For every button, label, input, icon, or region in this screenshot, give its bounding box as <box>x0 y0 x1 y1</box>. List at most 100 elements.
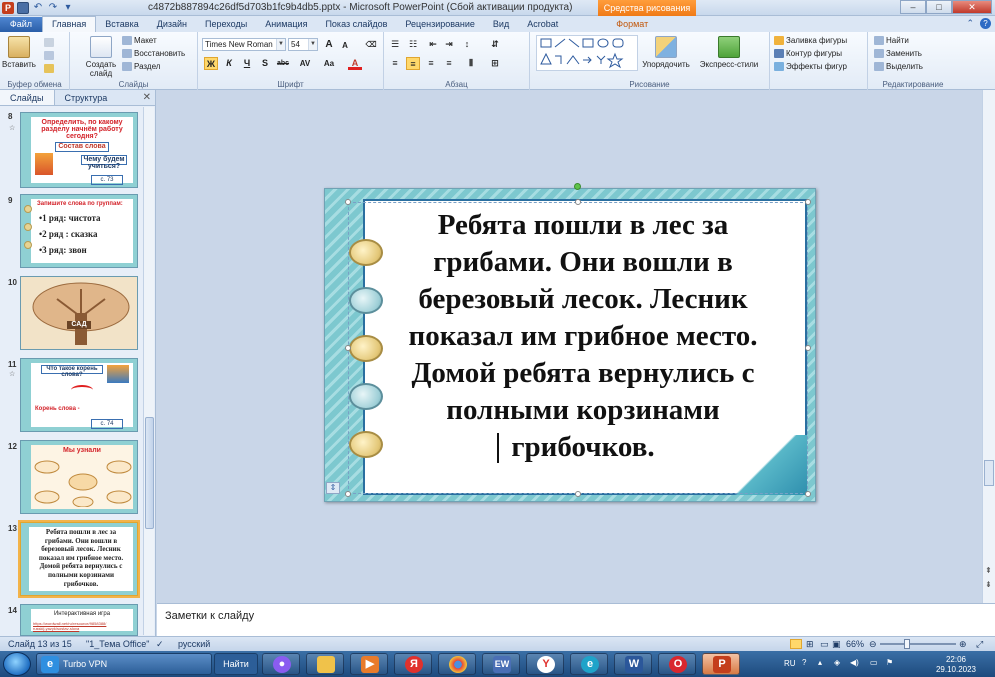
taskbar-yandex[interactable]: Я <box>394 653 432 675</box>
tab-view[interactable]: Вид <box>484 17 518 32</box>
display-icon[interactable]: ▭ <box>870 658 878 667</box>
clear-format-button[interactable]: ⌫ <box>364 38 378 51</box>
font-name-combo[interactable]: Times New Roman ▼ <box>202 38 286 51</box>
shape-outline-button[interactable]: Контур фигуры <box>774 48 842 59</box>
replace-button[interactable]: Заменить <box>874 48 922 59</box>
decrease-indent-icon[interactable]: ⇤ <box>426 38 440 51</box>
taskbar-yandex-browser[interactable]: Y <box>526 653 564 675</box>
taskbar-edge[interactable]: e <box>570 653 608 675</box>
clock-date[interactable]: 29.10.2023 <box>930 665 982 674</box>
shapes-gallery[interactable] <box>536 35 638 71</box>
taskbar-wps[interactable]: EW <box>482 653 520 675</box>
tab-format[interactable]: Формат <box>607 17 657 32</box>
section-button[interactable]: Раздел <box>122 61 160 72</box>
normal-view-icon[interactable] <box>790 639 802 649</box>
spellcheck-icon[interactable]: ✓ <box>156 637 164 651</box>
help-icon[interactable]: ? <box>980 18 991 29</box>
zoom-in-icon[interactable]: ⊕ <box>959 637 967 651</box>
underline-button[interactable]: Ч <box>240 57 254 70</box>
italic-button[interactable]: К <box>222 57 236 70</box>
network-icon[interactable]: ◈ <box>834 658 840 667</box>
increase-indent-icon[interactable]: ⇥ <box>442 38 456 51</box>
save-icon[interactable] <box>17 2 29 14</box>
align-text-icon[interactable]: ⊞ <box>488 57 502 70</box>
tab-outline[interactable]: Структура <box>55 90 118 105</box>
tab-insert[interactable]: Вставка <box>96 17 147 32</box>
justify-icon[interactable]: ≡ <box>442 57 456 70</box>
customize-qat-icon[interactable]: ▾ <box>62 2 74 14</box>
taskbar-explorer[interactable] <box>306 653 344 675</box>
start-button[interactable] <box>3 652 31 676</box>
select-button[interactable]: Выделить <box>874 61 923 72</box>
powerpoint-logo-icon[interactable]: P <box>2 2 14 14</box>
grow-font-button[interactable]: A <box>322 38 336 51</box>
resize-handle[interactable] <box>805 345 811 351</box>
quick-styles-button[interactable]: Экспресс-стили <box>698 36 760 69</box>
taskbar-chrome[interactable] <box>438 653 476 675</box>
align-left-icon[interactable]: ≡ <box>388 57 402 70</box>
paste-button[interactable]: Вставить <box>2 36 36 69</box>
help-tray-icon[interactable]: ? <box>802 658 806 667</box>
canvas-scrollbar-thumb[interactable] <box>984 460 994 486</box>
tab-design[interactable]: Дизайн <box>148 17 196 32</box>
slide-sorter-icon[interactable]: ⊞ <box>806 637 814 651</box>
bullets-icon[interactable]: ☰ <box>388 38 402 51</box>
font-size-combo[interactable]: 54 ▼ <box>288 38 318 51</box>
arrange-button[interactable]: Упорядочить <box>642 36 690 69</box>
zoom-level[interactable]: 66% <box>846 637 864 651</box>
resize-handle[interactable] <box>345 345 351 351</box>
zoom-slider-thumb[interactable] <box>904 639 910 649</box>
tab-slides[interactable]: Слайды <box>0 90 55 105</box>
taskbar-media[interactable]: ▶ <box>350 653 388 675</box>
resize-handle[interactable] <box>345 491 351 497</box>
numbering-icon[interactable]: ☷ <box>406 38 420 51</box>
taskbar-word[interactable]: W <box>614 653 652 675</box>
align-right-icon[interactable]: ≡ <box>424 57 438 70</box>
taskbar-powerpoint[interactable]: P <box>702 653 740 675</box>
close-button[interactable]: ✕ <box>952 0 992 14</box>
resize-handle[interactable] <box>575 491 581 497</box>
undo-icon[interactable]: ↶ <box>32 2 44 14</box>
notes-pane[interactable]: Заметки к слайду <box>157 603 995 636</box>
tab-file[interactable]: Файл <box>0 17 42 32</box>
volume-icon[interactable]: ◀) <box>850 658 859 667</box>
prev-slide-icon[interactable]: ⇞ <box>985 566 992 575</box>
tab-home[interactable]: Главная <box>42 16 97 32</box>
layout-options-icon[interactable]: ⇕ <box>326 482 340 494</box>
format-painter-button[interactable] <box>44 63 54 74</box>
font-color-button[interactable]: A <box>348 57 362 70</box>
copy-button[interactable] <box>44 50 54 61</box>
maximize-button[interactable]: □ <box>926 0 952 14</box>
resize-handle[interactable] <box>345 199 351 205</box>
bold-button[interactable]: Ж <box>204 57 218 70</box>
taskbar-alice[interactable]: ● <box>262 653 300 675</box>
zoom-out-icon[interactable]: ⊖ <box>869 637 877 651</box>
char-spacing-button[interactable]: AV <box>296 57 314 70</box>
align-center-icon[interactable]: ≡ <box>406 57 420 70</box>
line-spacing-icon[interactable]: ↕ <box>460 38 474 51</box>
shrink-font-button[interactable]: A <box>338 39 352 52</box>
tab-acrobat[interactable]: Acrobat <box>518 17 567 32</box>
rotate-handle[interactable] <box>574 183 581 190</box>
fit-slide-icon[interactable]: ⤢ <box>976 637 983 651</box>
theme-name[interactable]: "1_Тема Office" <box>86 637 149 651</box>
flag-icon[interactable]: ⚑ <box>886 658 893 667</box>
taskbar-opera[interactable]: O <box>658 653 696 675</box>
tab-slideshow[interactable]: Показ слайдов <box>316 17 396 32</box>
pane-scrollbar-thumb[interactable] <box>145 417 154 529</box>
layout-button[interactable]: Макет <box>122 35 157 46</box>
reading-view-icon[interactable]: ▭ <box>820 637 829 651</box>
clock-time[interactable]: 22:06 <box>932 655 980 664</box>
zoom-slider[interactable] <box>880 643 956 645</box>
reset-button[interactable]: Восстановить <box>122 48 185 59</box>
change-case-button[interactable]: Aa <box>320 57 338 70</box>
tray-expand-icon[interactable]: ▴ <box>818 658 822 667</box>
strikethrough-button[interactable]: abc <box>274 57 292 70</box>
minimize-button[interactable]: – <box>900 0 926 14</box>
tab-animations[interactable]: Анимация <box>256 17 316 32</box>
columns-icon[interactable]: ⫴ <box>464 57 478 70</box>
pane-scrollbar[interactable] <box>143 107 154 635</box>
slideshow-view-icon[interactable]: ▣ <box>832 637 841 651</box>
cut-button[interactable] <box>44 37 54 48</box>
redo-icon[interactable]: ↷ <box>47 2 59 14</box>
